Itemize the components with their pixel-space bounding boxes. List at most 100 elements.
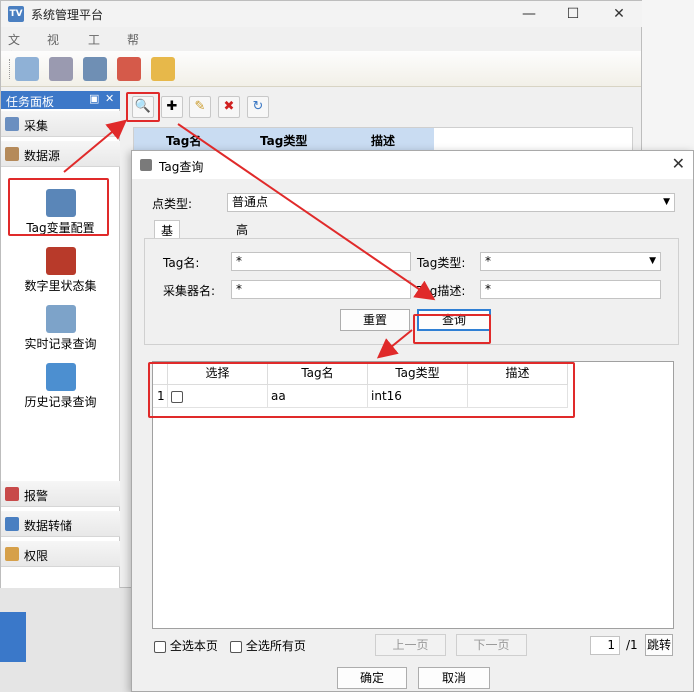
- select-page-checkbox[interactable]: [154, 640, 166, 653]
- page-input[interactable]: 1: [590, 636, 620, 655]
- tool-digital-state[interactable]: 数字里状态集: [1, 247, 120, 294]
- digital-state-icon: [45, 247, 76, 275]
- next-page-button[interactable]: 下一页: [456, 634, 527, 656]
- row-desc[interactable]: [468, 385, 568, 408]
- edit-icon[interactable]: ✎: [189, 96, 211, 118]
- settings-icon[interactable]: [83, 57, 107, 81]
- delete-icon[interactable]: ✖: [218, 96, 240, 118]
- close-window-button[interactable]: ✕: [609, 4, 629, 24]
- basic-query-panel: Tag名: * Tag类型: * ▼ 采集器名: * Tag描述: * 重置 查…: [144, 238, 679, 345]
- query-button[interactable]: 查询: [417, 309, 491, 331]
- main-toolbar: [1, 51, 641, 87]
- collector-label: 采集器名:: [163, 284, 216, 298]
- results-table: 选择 Tag名 Tag类型 描述 1 aa int16: [152, 361, 674, 629]
- minimize-button[interactable]: —: [519, 4, 539, 24]
- group-label: 数据源: [24, 149, 61, 163]
- point-type-label: 点类型:: [152, 197, 193, 211]
- row-select-cell: [168, 385, 268, 408]
- collect-icon: [5, 117, 19, 131]
- tool-label: Tag变量配置: [26, 221, 95, 235]
- close-icon[interactable]: ✕: [105, 92, 114, 105]
- select-page-label: 全选本页: [169, 639, 218, 653]
- tool-label: 历史记录查询: [24, 395, 97, 409]
- add-icon[interactable]: ✚: [161, 96, 183, 118]
- datasource-icon: [5, 147, 19, 161]
- window-title: 系统管理平台: [31, 8, 104, 22]
- chevron-down-icon: ▼: [649, 256, 656, 266]
- task-panel-title: 任务面板: [6, 95, 55, 109]
- group-label: 权限: [24, 549, 49, 563]
- col-desc[interactable]: 描述: [468, 362, 568, 385]
- tools-icon[interactable]: [49, 57, 73, 81]
- refresh-icon[interactable]: ↻: [247, 96, 269, 118]
- tool-label: 数字里状态集: [24, 279, 97, 293]
- search-icon[interactable]: 🔍: [132, 96, 154, 118]
- group-alarm[interactable]: 报警: [1, 481, 120, 507]
- page-total: /1: [626, 638, 638, 652]
- group-transfer[interactable]: 数据转储: [1, 511, 120, 537]
- tool-tag-config[interactable]: Tag变量配置: [1, 189, 120, 236]
- realtime-record-icon: [45, 305, 76, 333]
- group-datasource[interactable]: 数据源: [1, 141, 120, 167]
- group-permission[interactable]: 权限: [1, 541, 120, 567]
- ok-button[interactable]: 确定: [337, 667, 407, 689]
- tab-basic-query[interactable]: 基本查询: [154, 220, 181, 289]
- task-panel: 任务面板 ▣ ✕ 采集 数据源 Tag变量配置 数字里状态集 实时记录查询 历史…: [1, 91, 120, 589]
- point-type-select[interactable]: 普通点 ▼: [227, 193, 675, 212]
- tag-type-value: *: [485, 254, 491, 268]
- import-icon[interactable]: [15, 57, 39, 81]
- tag-desc-input[interactable]: *: [480, 280, 661, 299]
- background-bottom: [0, 588, 132, 692]
- tab-advanced-query[interactable]: 高级查询: [230, 220, 254, 288]
- app-icon: TV: [8, 6, 24, 22]
- row-tag-type[interactable]: int16: [368, 385, 468, 408]
- point-type-value: 普通点: [232, 195, 269, 209]
- col-tag-name[interactable]: Tag名: [268, 362, 368, 385]
- tool-history-query[interactable]: 历史记录查询: [1, 363, 120, 410]
- tag-query-dialog: Tag查询 ✕ 点类型: 普通点 ▼ 基本查询 高级查询 Tag名: * Tag…: [131, 150, 694, 692]
- permission-icon: [5, 547, 19, 561]
- network-icon[interactable]: [117, 57, 141, 81]
- maximize-button[interactable]: ☐: [563, 4, 583, 24]
- toolbar-grip: [9, 59, 11, 79]
- group-label: 报警: [24, 489, 49, 503]
- tag-type-select[interactable]: * ▼: [480, 252, 661, 271]
- alarm-icon[interactable]: [151, 57, 175, 81]
- tag-type-label: Tag类型:: [417, 256, 466, 270]
- dialog-icon: [140, 159, 152, 171]
- reset-button[interactable]: 重置: [340, 309, 410, 331]
- row-header-corner: [153, 362, 168, 385]
- select-page-option[interactable]: 全选本页: [154, 637, 218, 654]
- group-label: 采集: [24, 119, 49, 133]
- row-tag-name[interactable]: aa: [268, 385, 368, 408]
- tool-realtime-query[interactable]: 实时记录查询: [1, 305, 120, 352]
- dialog-title: Tag查询: [159, 160, 204, 174]
- float-icon[interactable]: ▣: [89, 92, 99, 105]
- col-select[interactable]: 选择: [168, 362, 268, 385]
- select-all-option[interactable]: 全选所有页: [230, 637, 306, 654]
- select-all-checkbox[interactable]: [230, 640, 242, 653]
- collector-input[interactable]: *: [231, 280, 411, 299]
- row-select-checkbox[interactable]: [171, 390, 183, 403]
- tag-desc-label: Tag描述:: [417, 284, 466, 298]
- task-panel-header: 任务面板 ▣ ✕: [1, 91, 120, 109]
- title-bar: TV 系统管理平台 — ☐ ✕: [1, 1, 643, 27]
- dialog-title-bar: Tag查询 ✕: [132, 151, 693, 179]
- jump-button[interactable]: 跳转: [645, 634, 673, 656]
- group-collect[interactable]: 采集: [1, 111, 120, 137]
- group-label: 数据转储: [24, 519, 73, 533]
- tag-name-label: Tag名:: [163, 256, 200, 270]
- history-record-icon: [45, 363, 76, 391]
- tool-label: 实时记录查询: [24, 337, 97, 351]
- dialog-close-icon[interactable]: ✕: [672, 154, 685, 173]
- select-all-label: 全选所有页: [245, 639, 306, 653]
- cancel-button[interactable]: 取消: [418, 667, 490, 689]
- chevron-down-icon: ▼: [663, 197, 670, 207]
- row-index: 1: [153, 385, 168, 408]
- col-tag-type[interactable]: Tag类型: [368, 362, 468, 385]
- alarm-group-icon: [5, 487, 19, 501]
- database-gear-icon: [45, 189, 76, 217]
- prev-page-button[interactable]: 上一页: [375, 634, 446, 656]
- tag-name-input[interactable]: *: [231, 252, 411, 271]
- transfer-icon: [5, 517, 19, 531]
